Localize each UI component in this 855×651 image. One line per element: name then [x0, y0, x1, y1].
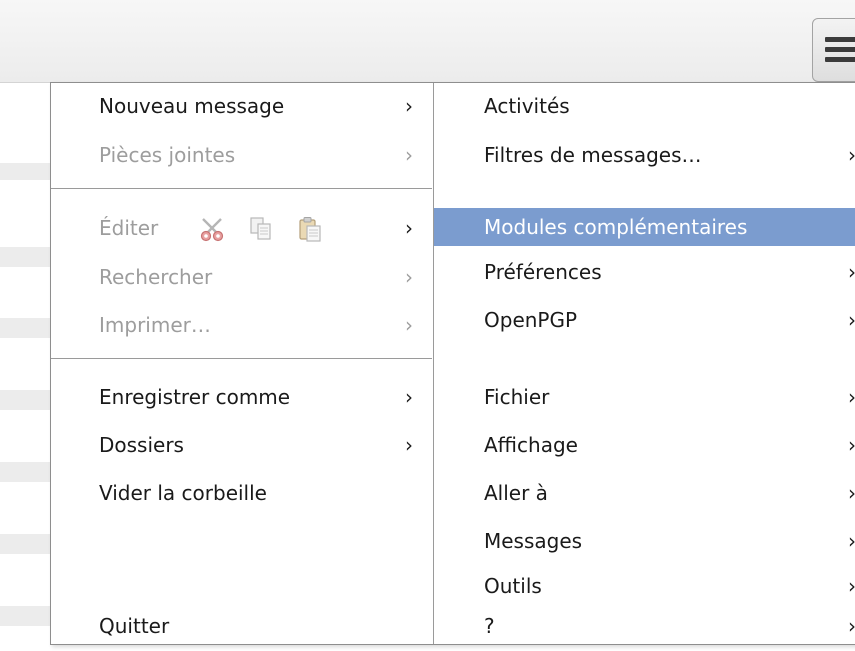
menu-item-label: Dossiers [99, 433, 184, 457]
copy-icon [249, 216, 273, 253]
menu-item-filtres-messages[interactable]: Filtres de messages… › [434, 137, 855, 173]
menu-item-openpgp[interactable]: OpenPGP › [434, 302, 855, 338]
chevron-right-icon: › [848, 379, 855, 415]
menu-item-pieces-jointes: Pièces jointes › [51, 137, 432, 173]
app-menu-popup: Nouveau message › Pièces jointes › Édite… [50, 82, 855, 645]
chevron-right-icon: › [848, 427, 855, 463]
menu-item-label: Affichage [484, 433, 578, 457]
menu-item-enregistrer-comme[interactable]: Enregistrer comme › [51, 379, 432, 415]
menu-item-quitter[interactable]: Quitter [51, 608, 432, 644]
menu-item-label: Pièces jointes [99, 143, 236, 167]
menu-item-messages[interactable]: Messages › [434, 523, 855, 559]
toolbar [0, 0, 855, 83]
menu-item-affichage[interactable]: Affichage › [434, 427, 855, 463]
menu-item-preferences[interactable]: Préférences › [434, 254, 855, 290]
app-menu-button[interactable] [812, 18, 855, 82]
menu-separator [51, 188, 432, 189]
hamburger-icon [825, 37, 855, 67]
menu-item-label: Aller à [484, 481, 548, 505]
menu-item-label: Quitter [99, 614, 170, 638]
menu-item-label: Fichier [484, 385, 550, 409]
menu-item-label: Préférences [484, 260, 602, 284]
chevron-right-icon: › [405, 216, 413, 240]
menu-item-label: Modules complémentaires [484, 215, 748, 239]
menu-item-fichier[interactable]: Fichier › [434, 379, 855, 415]
chevron-right-icon: › [848, 254, 855, 290]
chevron-right-icon: › [405, 94, 413, 118]
chevron-right-icon: › [405, 433, 413, 457]
menu-item-outils[interactable]: Outils › [434, 568, 855, 604]
menu-item-nouveau-message[interactable]: Nouveau message › [51, 88, 432, 124]
chevron-right-icon: › [848, 475, 855, 511]
chevron-right-icon: › [848, 608, 855, 644]
menu-item-editer: Éditer › [51, 210, 432, 246]
menu-item-label: Vider la corbeille [99, 481, 267, 505]
chevron-right-icon: › [405, 385, 413, 409]
menu-item-label: Enregistrer comme [99, 385, 291, 409]
chevron-right-icon: › [405, 313, 413, 337]
chevron-right-icon: › [848, 568, 855, 604]
menu-item-label: Messages [484, 529, 583, 553]
chevron-right-icon: › [848, 523, 855, 559]
menu-item-imprimer: Imprimer… › [51, 307, 432, 343]
menu-item-label: Nouveau message [99, 94, 285, 118]
menu-item-label: ? [484, 614, 495, 638]
menu-item-modules-complementaires[interactable]: Modules complémentaires [434, 208, 855, 246]
menu-item-aide[interactable]: ? › [434, 608, 855, 644]
menu-item-dossiers[interactable]: Dossiers › [51, 427, 432, 463]
background-message-list [0, 82, 50, 651]
menu-separator [51, 358, 432, 359]
chevron-right-icon: › [405, 265, 413, 289]
menu-item-label: Activités [484, 94, 570, 118]
menu-item-label: Outils [484, 574, 542, 598]
menu-item-vider-corbeille[interactable]: Vider la corbeille [51, 475, 432, 511]
menu-item-aller-a[interactable]: Aller à › [434, 475, 855, 511]
paste-icon [297, 216, 323, 253]
chevron-right-icon: › [848, 302, 855, 338]
scissors-icon [199, 216, 225, 253]
chevron-right-icon: › [405, 143, 413, 167]
menu-item-label: Filtres de messages… [484, 143, 702, 167]
menu-item-label: Imprimer… [99, 313, 211, 337]
menu-item-label: Rechercher [99, 265, 213, 289]
menu-item-activites[interactable]: Activités [434, 88, 855, 124]
menu-item-rechercher: Rechercher › [51, 259, 432, 295]
menu-item-label: Éditer [99, 216, 159, 240]
menu-item-label: OpenPGP [484, 308, 578, 332]
chevron-right-icon: › [848, 137, 855, 173]
